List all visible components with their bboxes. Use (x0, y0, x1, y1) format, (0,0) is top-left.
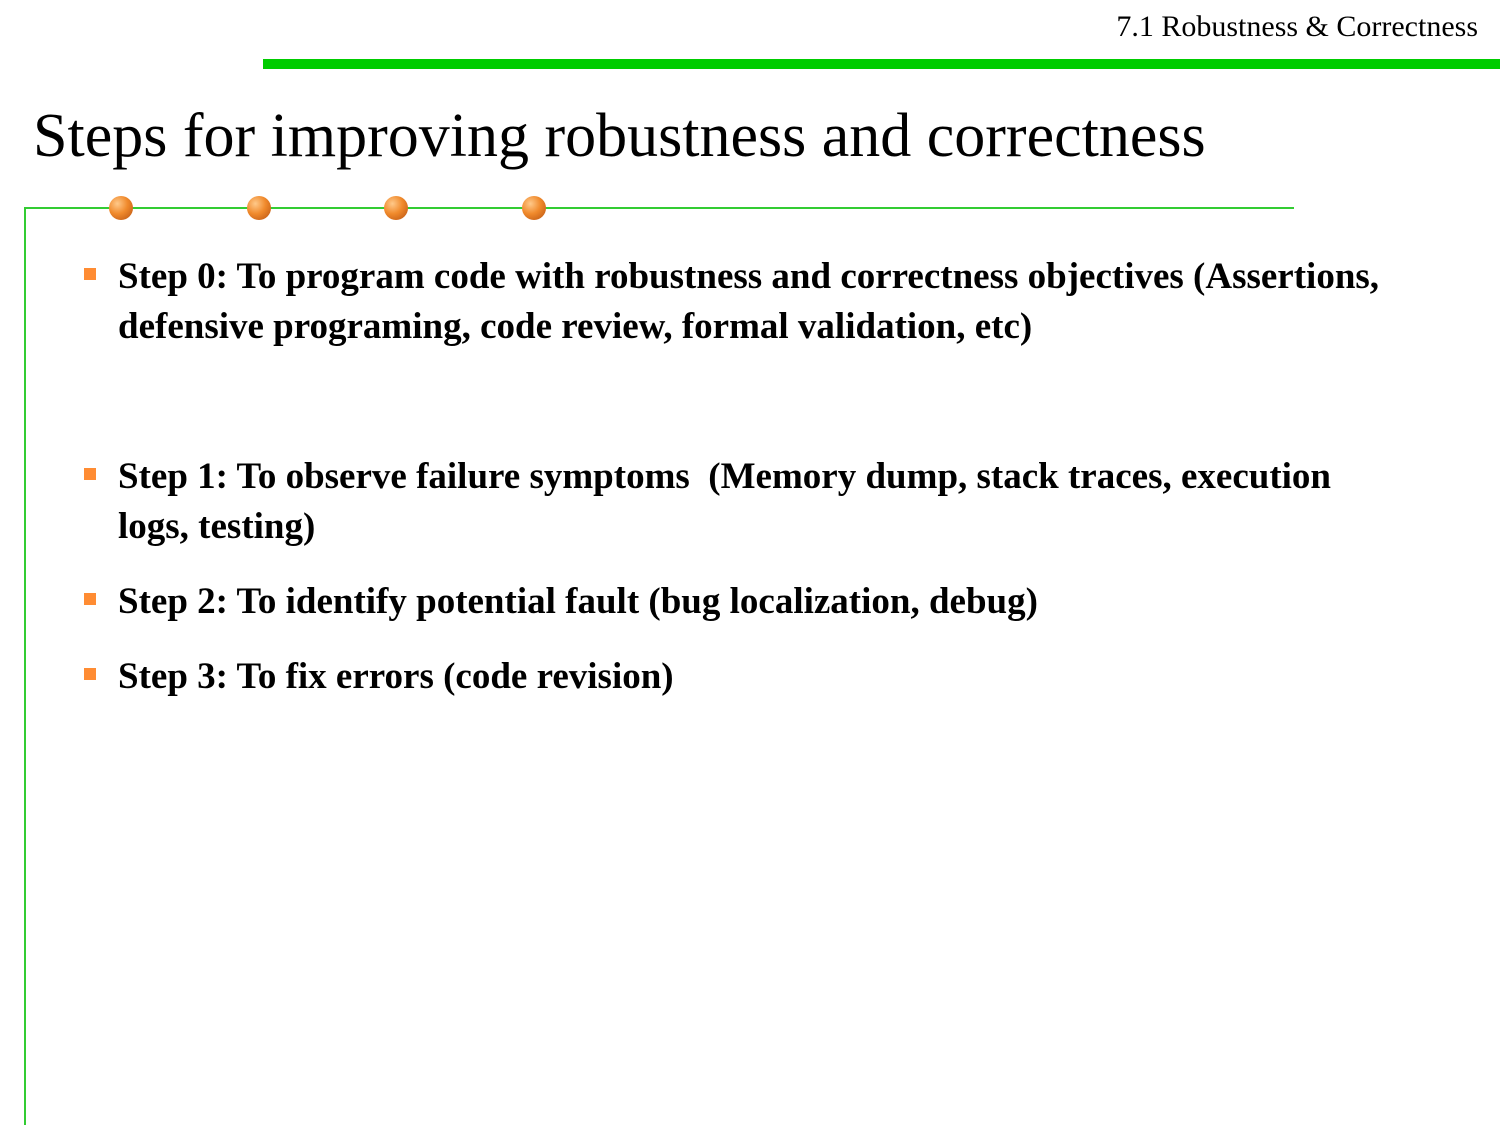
bullet-item: Step 0: To program code with robustness … (80, 252, 1400, 352)
bullet-text: Step 0: To program code with robustness … (118, 256, 1380, 347)
orange-dot-icon (384, 196, 408, 220)
square-bullet-icon (84, 668, 96, 680)
bullet-item: Step 2: To identify potential fault (bug… (80, 577, 1400, 627)
title-divider (24, 207, 1294, 209)
square-bullet-icon (84, 468, 96, 480)
orange-dot-icon (109, 196, 133, 220)
bullet-text: Step 2: To identify potential fault (bug… (118, 581, 1038, 622)
bullet-item: Step 3: To fix errors (code revision) (80, 652, 1400, 702)
square-bullet-icon (84, 593, 96, 605)
side-divider (24, 207, 26, 1125)
header-divider (263, 59, 1500, 69)
bullet-text: Step 3: To fix errors (code revision) (118, 656, 674, 697)
square-bullet-icon (84, 268, 96, 280)
orange-dot-icon (522, 196, 546, 220)
slide-title: Steps for improving robustness and corre… (33, 102, 1206, 170)
bullet-list: Step 0: To program code with robustness … (80, 252, 1400, 702)
bullet-text: Step 1: To observe failure symptoms (Mem… (118, 456, 1341, 547)
section-label: 7.1 Robustness & Correctness (1116, 10, 1478, 43)
bullet-item: Step 1: To observe failure symptoms (Mem… (80, 452, 1400, 552)
orange-dot-icon (247, 196, 271, 220)
